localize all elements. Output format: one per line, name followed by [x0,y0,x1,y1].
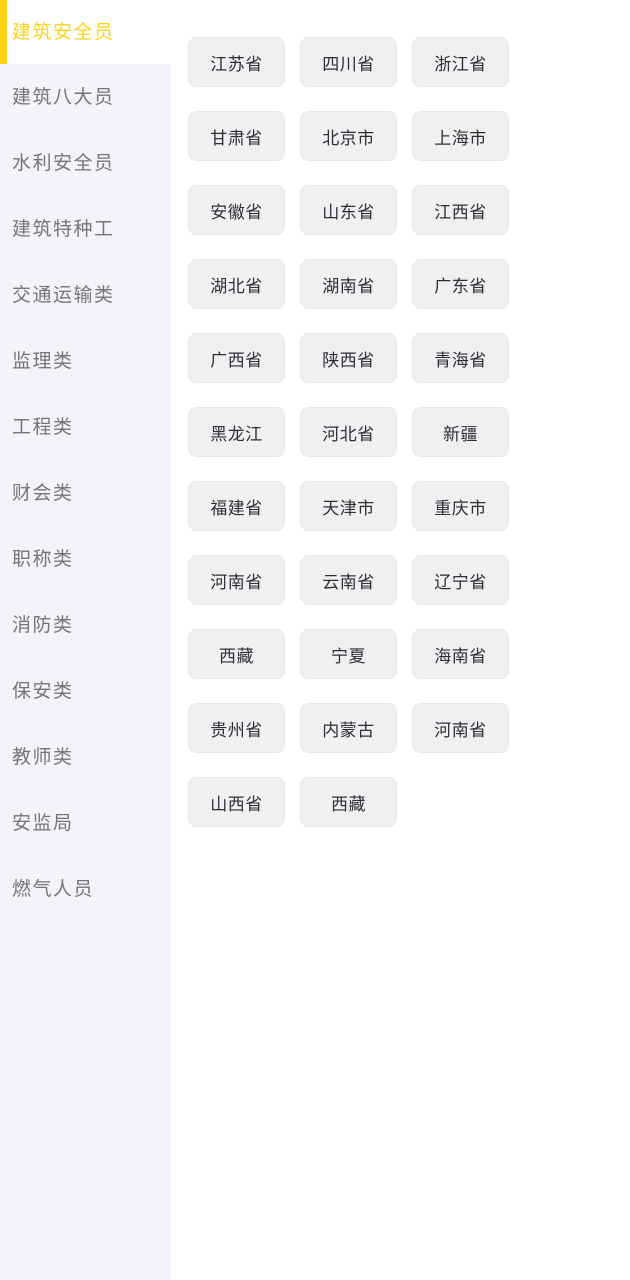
region-button[interactable]: 河南省 [188,555,285,605]
region-button-label: 山东省 [322,202,375,222]
sidebar-item-0[interactable]: 建筑安全员 [0,0,171,64]
region-button-label: 江苏省 [210,54,263,74]
region-button[interactable]: 北京市 [300,111,397,161]
sidebar-item-label: 建筑安全员 [12,21,115,43]
region-button-label: 安徽省 [210,202,263,222]
region-button[interactable]: 天津市 [300,481,397,531]
sidebar-item-10[interactable]: 保安类 [0,658,171,724]
sidebar-item-label: 建筑特种工 [12,218,115,240]
region-button[interactable]: 山西省 [188,777,285,827]
region-button[interactable]: 青海省 [412,333,509,383]
region-button-label: 内蒙古 [322,720,375,740]
region-button-label: 宁夏 [331,646,366,666]
region-button-label: 青海省 [434,350,487,370]
region-button[interactable]: 广西省 [188,333,285,383]
region-button[interactable]: 浙江省 [412,37,509,87]
sidebar-item-label: 交通运输类 [12,284,115,306]
sidebar-item-7[interactable]: 财会类 [0,460,171,526]
region-button-label: 河北省 [322,424,375,444]
region-button-label: 广西省 [210,350,263,370]
sidebar-item-6[interactable]: 工程类 [0,394,171,460]
region-button[interactable]: 山东省 [300,185,397,235]
sidebar-item-2[interactable]: 水利安全员 [0,130,171,196]
sidebar-item-1[interactable]: 建筑八大员 [0,64,171,130]
region-button-label: 西藏 [219,646,254,666]
region-button[interactable]: 黑龙江 [188,407,285,457]
region-button-label: 湖南省 [322,276,375,296]
region-button[interactable]: 西藏 [300,777,397,827]
region-button[interactable]: 河南省 [412,703,509,753]
region-button-label: 江西省 [434,202,487,222]
sidebar-item-9[interactable]: 消防类 [0,592,171,658]
region-button[interactable]: 甘肃省 [188,111,285,161]
region-button[interactable]: 海南省 [412,629,509,679]
sidebar-item-label: 安监局 [12,812,74,834]
sidebar-item-3[interactable]: 建筑特种工 [0,196,171,262]
sidebar-item-label: 保安类 [12,680,74,702]
sidebar-item-8[interactable]: 职称类 [0,526,171,592]
region-button-label: 四川省 [322,54,375,74]
region-button-label: 河南省 [210,572,263,592]
region-button[interactable]: 西藏 [188,629,285,679]
region-button-label: 天津市 [322,498,375,518]
region-button[interactable]: 福建省 [188,481,285,531]
region-button[interactable]: 内蒙古 [300,703,397,753]
region-button-label: 北京市 [322,128,375,148]
region-button-label: 上海市 [434,128,487,148]
sidebar-item-label: 水利安全员 [12,152,115,174]
region-button[interactable]: 河北省 [300,407,397,457]
sidebar-item-list: 建筑安全员建筑八大员水利安全员建筑特种工交通运输类监理类工程类财会类职称类消防类… [0,0,171,922]
sidebar-item-label: 消防类 [12,614,74,636]
region-button[interactable]: 重庆市 [412,481,509,531]
region-button-label: 浙江省 [434,54,487,74]
region-button-label: 广东省 [434,276,487,296]
sidebar-item-13[interactable]: 燃气人员 [0,856,171,922]
sidebar-item-label: 工程类 [12,416,74,438]
region-button[interactable]: 辽宁省 [412,555,509,605]
region-button-label: 贵州省 [210,720,263,740]
region-button-label: 黑龙江 [210,424,263,444]
region-button[interactable]: 四川省 [300,37,397,87]
region-button-label: 重庆市 [434,498,487,518]
region-button-label: 陕西省 [322,350,375,370]
sidebar-item-4[interactable]: 交通运输类 [0,262,171,328]
region-button-label: 辽宁省 [434,572,487,592]
region-button[interactable]: 新疆 [412,407,509,457]
region-button[interactable]: 宁夏 [300,629,397,679]
sidebar-item-5[interactable]: 监理类 [0,328,171,394]
region-button-label: 云南省 [322,572,375,592]
region-button[interactable]: 陕西省 [300,333,397,383]
region-button[interactable]: 湖北省 [188,259,285,309]
region-button-label: 福建省 [210,498,263,518]
region-button[interactable]: 江西省 [412,185,509,235]
sidebar-item-label: 财会类 [12,482,74,504]
region-button-label: 山西省 [210,794,263,814]
region-button[interactable]: 广东省 [412,259,509,309]
sidebar-item-12[interactable]: 安监局 [0,790,171,856]
region-button[interactable]: 安徽省 [188,185,285,235]
category-sidebar: 建筑安全员建筑八大员水利安全员建筑特种工交通运输类监理类工程类财会类职称类消防类… [0,0,171,1280]
region-button-label: 西藏 [331,794,366,814]
sidebar-item-label: 监理类 [12,350,74,372]
region-panel: 江苏省 四川省 浙江省甘肃省 北京市 上海市安徽省 山东省 江西省湖北省 湖南省 广东省广西省 陕… [171,0,630,1280]
region-button-label: 新疆 [443,424,478,444]
region-button[interactable]: 上海市 [412,111,509,161]
region-button[interactable]: 云南省 [300,555,397,605]
region-button[interactable]: 江苏省 [188,37,285,87]
active-indicator-bar [0,0,7,64]
sidebar-item-label: 教师类 [12,746,74,768]
region-button[interactable]: 贵州省 [188,703,285,753]
sidebar-item-label: 建筑八大员 [12,86,115,108]
sidebar-item-label: 燃气人员 [12,878,95,900]
region-button-label: 甘肃省 [210,128,263,148]
region-button-label: 河南省 [434,720,487,740]
region-button[interactable]: 湖南省 [300,259,397,309]
sidebar-item-label: 职称类 [12,548,74,570]
app-root: 建筑安全员建筑八大员水利安全员建筑特种工交通运输类监理类工程类财会类职称类消防类… [0,0,630,1280]
region-button-label: 海南省 [434,646,487,666]
sidebar-item-11[interactable]: 教师类 [0,724,171,790]
region-grid: 江苏省 四川省 浙江省甘肃省 北京市 上海市安徽省 山东省 江西省湖北省 湖南省 广东省广西省 陕… [188,37,630,827]
region-button-label: 湖北省 [210,276,263,296]
